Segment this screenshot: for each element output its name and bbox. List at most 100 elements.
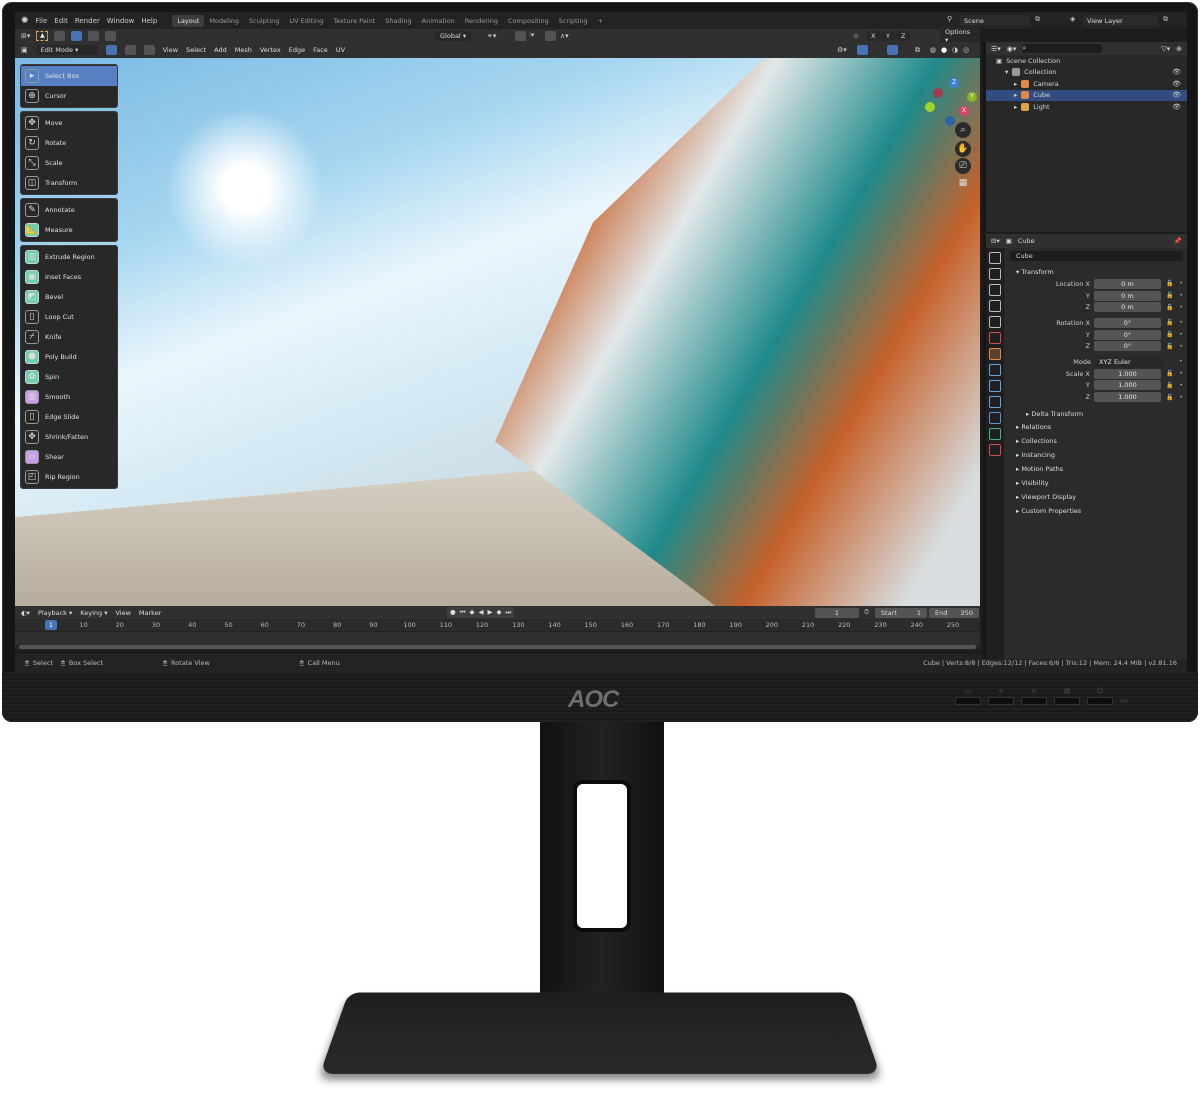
properties-tab[interactable]: [989, 428, 1001, 440]
keyframe-dot-icon[interactable]: •: [1179, 394, 1183, 401]
scale-x-field[interactable]: 1.000: [1093, 368, 1161, 379]
gizmo-neg-y[interactable]: [925, 102, 935, 112]
next-keyframe-icon[interactable]: ◆: [497, 608, 502, 617]
view-layer-field[interactable]: View Layer: [1083, 15, 1158, 26]
record-icon[interactable]: ●: [450, 608, 456, 617]
axis-z-toggle[interactable]: Z: [896, 30, 911, 41]
properties-tab[interactable]: [989, 444, 1001, 456]
monitor-button[interactable]: ▭: [955, 687, 981, 705]
end-frame-field[interactable]: End 250: [929, 607, 979, 618]
tool-extrude-region[interactable]: ▥ Extrude Region: [21, 247, 117, 267]
new-scene-icon[interactable]: ⧉: [1035, 15, 1040, 24]
workspace-tab[interactable]: Texture Paint: [328, 15, 380, 27]
properties-tab[interactable]: [989, 332, 1001, 344]
tool-spin[interactable]: ✿ Spin: [21, 367, 117, 387]
keyframe-dot-icon[interactable]: •: [1179, 319, 1183, 326]
lock-icon[interactable]: 🔓: [1166, 343, 1173, 350]
outliner-item[interactable]: ▸ Camera 👁: [986, 78, 1187, 90]
lock-icon[interactable]: 🔓: [1166, 280, 1173, 287]
workspace-tab[interactable]: Scripting: [554, 15, 593, 27]
tool-rip-region[interactable]: ◰ Rip Region: [21, 467, 117, 487]
tool-poly-build[interactable]: ⬟ Poly Build: [21, 347, 117, 367]
properties-tab[interactable]: [989, 364, 1001, 376]
gizmo-neg-x[interactable]: [933, 88, 943, 98]
snap-icon[interactable]: [515, 30, 526, 41]
outliner-filter-view-icon[interactable]: ◉▾: [1007, 45, 1017, 53]
location-z-field[interactable]: 0 m: [1093, 302, 1161, 313]
gizmo-toggle-icon[interactable]: [857, 45, 868, 55]
menu-render[interactable]: Render: [75, 17, 100, 25]
visibility-icon[interactable]: ⚙▾: [837, 46, 847, 54]
tool-knife[interactable]: ⌿ Knife: [21, 327, 117, 347]
properties-tab[interactable]: [989, 300, 1001, 312]
expand-arrow-icon[interactable]: ▸: [1014, 91, 1017, 99]
tool-rotate[interactable]: ↻ Rotate: [21, 133, 117, 153]
keyframe-dot-icon[interactable]: •: [1179, 304, 1183, 311]
rendered-shading-icon[interactable]: ◎: [963, 46, 969, 54]
keyframe-dot-icon[interactable]: •: [1179, 343, 1183, 350]
outliner-item[interactable]: ▾ Collection 👁: [986, 67, 1187, 79]
properties-tab[interactable]: [989, 412, 1001, 424]
menu-edit[interactable]: Edit: [54, 17, 68, 25]
rotation-z-field[interactable]: 0°: [1093, 341, 1161, 352]
scale-y-field[interactable]: 1.000: [1093, 380, 1161, 391]
tool-shrink-fatten[interactable]: ✥ Shrink/Fatten: [21, 427, 117, 447]
lock-icon[interactable]: 🔓: [1166, 292, 1173, 299]
lock-icon[interactable]: 🔓: [1166, 331, 1173, 338]
start-frame-field[interactable]: Start 1: [875, 607, 927, 618]
menu-mesh[interactable]: Mesh: [235, 46, 252, 54]
tool-annotate[interactable]: ✎ Annotate: [21, 200, 117, 220]
panel-instancing[interactable]: ▸ Instancing: [1010, 448, 1183, 462]
timeline-editor-icon[interactable]: ◐▾: [21, 609, 30, 617]
camera-view-icon[interactable]: ⎚: [955, 158, 971, 174]
keyframe-dot-icon[interactable]: •: [1179, 382, 1183, 389]
solid-shading-icon[interactable]: ●: [941, 46, 947, 54]
tool-loop-cut[interactable]: ▯ Loop Cut: [21, 307, 117, 327]
tool-move[interactable]: ✥ Move: [21, 113, 117, 133]
vertex-select-icon[interactable]: [105, 45, 117, 55]
expand-arrow-icon[interactable]: ▸: [1014, 80, 1017, 88]
tool-edge-slide[interactable]: ▯ Edge Slide: [21, 407, 117, 427]
properties-tab[interactable]: [989, 380, 1001, 392]
editor-type-icon[interactable]: ⊞▾: [21, 32, 30, 40]
menu-vertex[interactable]: Vertex: [260, 46, 281, 54]
play-reverse-icon[interactable]: ◀: [479, 608, 484, 617]
frame-ruler[interactable]: 1 10 20 30 40 50 60 70 80 90 100 110 120 130 140 150 16…: [15, 619, 980, 631]
snap-target-icon[interactable]: ⫶▾: [529, 31, 534, 40]
pan-view-icon[interactable]: ✋: [955, 141, 971, 157]
keyframe-dot-icon[interactable]: •: [1179, 292, 1183, 299]
face-select-icon[interactable]: [143, 45, 155, 55]
lock-icon[interactable]: 🔓: [1166, 304, 1173, 311]
mode-dropdown[interactable]: Edit Mode ▾: [35, 45, 98, 55]
pivot-icon[interactable]: ⚭▾: [487, 32, 496, 40]
menu-window[interactable]: Window: [107, 17, 135, 25]
menu-file[interactable]: File: [36, 17, 48, 25]
tool-inset-faces[interactable]: ▣ Inset Faces: [21, 267, 117, 287]
mode-field[interactable]: XYZ Euler: [1095, 356, 1163, 367]
keyframe-dot-icon[interactable]: •: [1179, 280, 1183, 287]
orientation-dropdown[interactable]: Global ▾: [435, 30, 472, 41]
location-x-field[interactable]: 0 m: [1093, 278, 1161, 289]
scale-z-field[interactable]: 1.000: [1093, 392, 1161, 403]
properties-editor-icon[interactable]: ⊟▾: [991, 237, 1000, 245]
workspace-tab[interactable]: Sculpting: [244, 15, 284, 27]
lock-icon[interactable]: 🔓: [1166, 319, 1173, 326]
menu-face[interactable]: Face: [313, 46, 328, 54]
gizmo-y-axis[interactable]: Y: [967, 92, 977, 102]
timeline-scrollbar[interactable]: [19, 645, 976, 649]
outliner-display-mode-icon[interactable]: ☰▾: [991, 45, 1001, 53]
lock-icon[interactable]: 🔓: [1166, 382, 1173, 389]
current-frame-field[interactable]: 1: [815, 607, 859, 618]
prev-keyframe-icon[interactable]: ◆: [470, 608, 475, 617]
workspace-tab[interactable]: Rendering: [460, 15, 503, 27]
menu-help[interactable]: Help: [141, 17, 157, 25]
transform-panel-header[interactable]: ▾ Transform: [1010, 265, 1183, 278]
workspace-tab[interactable]: Compositing: [503, 15, 554, 27]
workspace-tab[interactable]: Modeling: [204, 15, 244, 27]
axis-y-toggle[interactable]: Y: [881, 30, 895, 41]
proportional-edit-icon[interactable]: [545, 30, 556, 41]
properties-tab[interactable]: [989, 316, 1001, 328]
scene-icon[interactable]: ⚲: [947, 15, 952, 23]
mirror-icon[interactable]: ⊹: [853, 32, 859, 40]
keyframe-dot-icon[interactable]: •: [1179, 358, 1183, 365]
